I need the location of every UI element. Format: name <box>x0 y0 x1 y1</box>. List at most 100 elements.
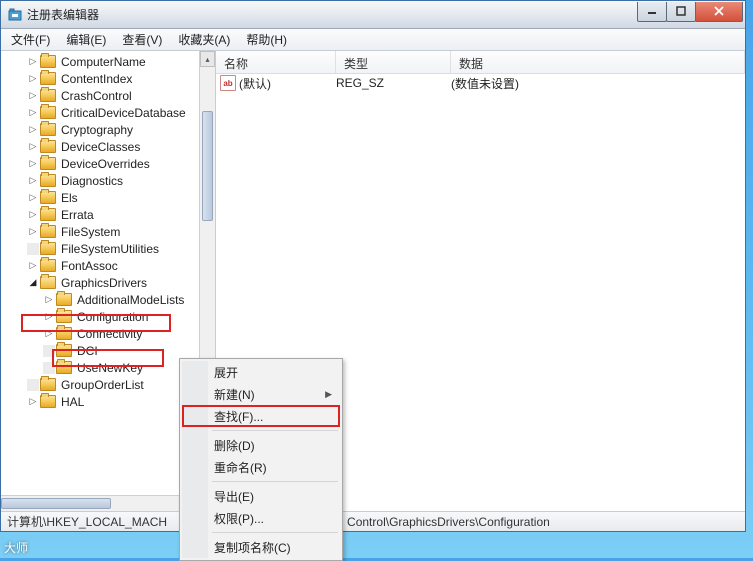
expand-icon[interactable]: ▷ <box>27 175 39 187</box>
context-expand[interactable]: 展开 <box>182 361 340 383</box>
tree-label: Diagnostics <box>59 174 125 188</box>
status-path-right: Control\GraphicsDrivers\Configuration <box>347 515 550 529</box>
maximize-button[interactable] <box>666 2 696 22</box>
tree-item[interactable]: ▷ Els <box>3 189 215 206</box>
window-title: 注册表编辑器 <box>27 6 638 23</box>
tree-label: Configuration <box>75 310 150 324</box>
context-permissions[interactable]: 权限(P)... <box>182 507 340 529</box>
folder-icon <box>40 72 56 85</box>
minimize-button[interactable] <box>637 2 667 22</box>
folder-icon <box>40 140 56 153</box>
tree-line <box>43 345 55 357</box>
tree-item[interactable]: ▷ FileSystem <box>3 223 215 240</box>
menu-help[interactable]: 帮助(H) <box>240 29 293 50</box>
scrollbar-thumb[interactable] <box>202 111 213 221</box>
expand-icon[interactable]: ▷ <box>27 209 39 221</box>
tree-label: FileSystemUtilities <box>59 242 161 256</box>
taskbar-text: 大师 <box>4 539 28 556</box>
tree-item[interactable]: ▷ DeviceOverrides <box>3 155 215 172</box>
context-rename[interactable]: 重命名(R) <box>182 456 340 478</box>
menu-separator <box>212 481 338 482</box>
menu-favorites[interactable]: 收藏夹(A) <box>172 29 236 50</box>
expand-icon[interactable]: ▷ <box>27 56 39 68</box>
tree-label: Connectivity <box>75 327 144 341</box>
expand-icon[interactable]: ▷ <box>27 260 39 272</box>
context-delete[interactable]: 删除(D) <box>182 434 340 456</box>
tree-item[interactable]: ▷ Diagnostics <box>3 172 215 189</box>
menu-edit[interactable]: 编辑(E) <box>60 29 112 50</box>
menu-separator <box>212 532 338 533</box>
expand-icon[interactable]: ▷ <box>27 90 39 102</box>
horizontal-scrollbar[interactable]: ▸ <box>1 495 199 511</box>
menu-label: 删除(D) <box>214 437 255 454</box>
tree-label: UseNewKey <box>75 361 145 375</box>
context-find[interactable]: 查找(F)... <box>182 405 340 427</box>
close-button[interactable] <box>695 2 743 22</box>
expand-icon[interactable]: ▷ <box>27 192 39 204</box>
tree-label: DeviceOverrides <box>59 157 152 171</box>
menu-file[interactable]: 文件(F) <box>5 29 56 50</box>
tree-label: Els <box>59 191 80 205</box>
tree-label: AdditionalModeLists <box>75 293 186 307</box>
menu-view[interactable]: 查看(V) <box>116 29 168 50</box>
expand-icon[interactable]: ▷ <box>27 396 39 408</box>
collapse-icon[interactable]: ◢ <box>27 277 39 289</box>
tree-item[interactable]: DCI <box>3 342 215 359</box>
folder-icon <box>40 225 56 238</box>
tree-item[interactable]: FileSystemUtilities <box>3 240 215 257</box>
context-export[interactable]: 导出(E) <box>182 485 340 507</box>
menu-label: 权限(P)... <box>214 510 264 527</box>
expand-icon[interactable]: ▷ <box>27 226 39 238</box>
value-name: (默认) <box>239 75 336 92</box>
folder-icon <box>56 361 72 374</box>
tree-line <box>43 362 55 374</box>
tree-label: CrashControl <box>59 89 134 103</box>
folder-icon <box>40 157 56 170</box>
column-data[interactable]: 数据 <box>451 51 745 73</box>
tree-item[interactable]: ▷DeviceClasses <box>3 138 215 155</box>
list-header: 名称 类型 数据 <box>216 51 745 74</box>
folder-icon <box>40 395 56 408</box>
tree-label: CriticalDeviceDatabase <box>59 106 188 120</box>
folder-icon <box>40 208 56 221</box>
menu-label: 复制项名称(C) <box>214 539 291 556</box>
expand-icon[interactable]: ▷ <box>27 158 39 170</box>
context-new[interactable]: 新建(N)▶ <box>182 383 340 405</box>
tree-item-configuration[interactable]: ▷ Configuration <box>3 308 215 325</box>
tree-item[interactable]: ▷ComputerName <box>3 53 215 70</box>
expand-icon[interactable]: ▷ <box>27 73 39 85</box>
string-value-icon: ab <box>220 75 236 91</box>
tree-item[interactable]: ▷ Cryptography <box>3 121 215 138</box>
tree-item[interactable]: ▷ Connectivity <box>3 325 215 342</box>
expand-icon[interactable]: ▷ <box>27 107 39 119</box>
expand-icon[interactable]: ▷ <box>43 294 55 306</box>
tree-item[interactable]: ▷ Errata <box>3 206 215 223</box>
scrollbar-thumb[interactable] <box>1 498 111 509</box>
value-data: (数值未设置) <box>451 75 519 92</box>
list-row[interactable]: ab (默认) REG_SZ (数值未设置) <box>216 74 745 92</box>
tree-label: FileSystem <box>59 225 122 239</box>
menubar: 文件(F) 编辑(E) 查看(V) 收藏夹(A) 帮助(H) <box>1 29 745 51</box>
menu-label: 查找(F)... <box>214 408 263 425</box>
tree-item[interactable]: ▷ AdditionalModeLists <box>3 291 215 308</box>
tree-item-graphicsdrivers[interactable]: ◢ GraphicsDrivers <box>3 274 215 291</box>
tree-item[interactable]: ▷ CrashControl <box>3 87 215 104</box>
column-type[interactable]: 类型 <box>336 51 451 73</box>
tree-item[interactable]: ▷FontAssoc <box>3 257 215 274</box>
tree-label: Cryptography <box>59 123 135 137</box>
tree-label: DCI <box>75 344 100 358</box>
tree-item[interactable]: ▷ CriticalDeviceDatabase <box>3 104 215 121</box>
scroll-up-button[interactable]: ▴ <box>200 51 215 67</box>
context-copy-key-name[interactable]: 复制项名称(C) <box>182 536 340 558</box>
expand-icon[interactable]: ▷ <box>43 311 55 323</box>
titlebar[interactable]: 注册表编辑器 <box>1 1 745 29</box>
tree-item[interactable]: ▷ContentIndex <box>3 70 215 87</box>
column-name[interactable]: 名称 <box>216 51 336 73</box>
menu-label: 新建(N) <box>214 386 255 403</box>
expand-icon[interactable]: ▷ <box>27 141 39 153</box>
expand-icon[interactable]: ▷ <box>43 328 55 340</box>
tree-label: GraphicsDrivers <box>59 276 149 290</box>
folder-open-icon <box>40 276 56 289</box>
tree-label: Errata <box>59 208 96 222</box>
expand-icon[interactable]: ▷ <box>27 124 39 136</box>
